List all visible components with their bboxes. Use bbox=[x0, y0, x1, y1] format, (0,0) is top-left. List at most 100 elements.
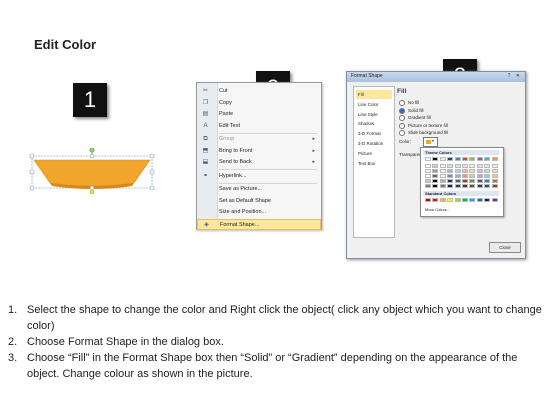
theme-color-swatch[interactable] bbox=[476, 169, 483, 173]
theme-color-swatch[interactable] bbox=[469, 184, 476, 188]
standard-color-swatch[interactable] bbox=[491, 198, 498, 202]
theme-color-swatch[interactable] bbox=[425, 164, 431, 168]
theme-color-swatch[interactable] bbox=[447, 184, 454, 188]
menu-item[interactable]: Save as Picture... bbox=[197, 184, 321, 195]
theme-color-swatch[interactable] bbox=[476, 164, 483, 168]
theme-color-swatch[interactable] bbox=[491, 157, 498, 161]
category-item[interactable]: 3-D Rotation bbox=[356, 139, 392, 148]
color-picker-button[interactable]: ▾ bbox=[423, 137, 438, 147]
theme-color-swatch[interactable] bbox=[476, 157, 483, 161]
theme-color-swatch[interactable] bbox=[432, 179, 439, 183]
standard-color-swatch[interactable] bbox=[432, 198, 439, 202]
standard-color-swatch[interactable] bbox=[425, 198, 431, 202]
theme-color-swatch[interactable] bbox=[454, 157, 461, 161]
theme-color-swatch[interactable] bbox=[447, 179, 454, 183]
theme-color-swatch[interactable] bbox=[439, 184, 446, 188]
theme-color-swatch[interactable] bbox=[425, 179, 431, 183]
theme-color-swatch[interactable] bbox=[462, 157, 468, 161]
theme-color-swatch[interactable] bbox=[425, 184, 431, 188]
standard-color-swatch[interactable] bbox=[454, 198, 461, 202]
close-button[interactable]: Close bbox=[489, 242, 521, 253]
theme-color-swatch[interactable] bbox=[439, 179, 446, 183]
menu-item[interactable]: ⬒ Bring to Front ▸ bbox=[197, 146, 321, 157]
theme-color-swatch[interactable] bbox=[462, 179, 468, 183]
menu-item[interactable]: ▤ Paste bbox=[197, 109, 321, 120]
theme-color-swatch[interactable] bbox=[476, 184, 483, 188]
dialog-title-buttons[interactable]: ? ✕ bbox=[508, 73, 522, 79]
theme-color-swatch[interactable] bbox=[476, 174, 483, 178]
theme-color-swatch[interactable] bbox=[439, 157, 446, 161]
menu-item[interactable]: ◈ Format Shape... bbox=[197, 218, 321, 230]
selected-shape[interactable] bbox=[28, 147, 156, 196]
standard-color-swatch[interactable] bbox=[462, 198, 468, 202]
category-item[interactable]: 3-D Format bbox=[356, 129, 392, 138]
theme-color-swatch[interactable] bbox=[484, 169, 491, 173]
theme-color-swatch[interactable] bbox=[432, 164, 439, 168]
theme-color-swatch[interactable] bbox=[432, 174, 439, 178]
fill-option-radio[interactable]: Solid fill bbox=[399, 107, 424, 114]
category-item[interactable]: Line Style bbox=[356, 110, 392, 119]
theme-color-swatch[interactable] bbox=[462, 184, 468, 188]
theme-color-swatch[interactable] bbox=[484, 157, 491, 161]
theme-color-swatch[interactable] bbox=[491, 164, 498, 168]
menu-item[interactable]: Size and Position... bbox=[197, 207, 321, 218]
theme-color-swatch[interactable] bbox=[462, 164, 468, 168]
menu-item[interactable]: ⚭ Hyperlink... bbox=[197, 171, 321, 182]
menu-item[interactable]: ❐ Copy bbox=[197, 98, 321, 109]
theme-color-swatch[interactable] bbox=[432, 157, 439, 161]
theme-color-swatch[interactable] bbox=[469, 169, 476, 173]
fill-option-radio[interactable]: Slide background fill bbox=[399, 130, 448, 136]
theme-color-swatch[interactable] bbox=[469, 157, 476, 161]
theme-color-swatch[interactable] bbox=[469, 164, 476, 168]
theme-color-swatch[interactable] bbox=[484, 174, 491, 178]
theme-color-swatch[interactable] bbox=[484, 184, 491, 188]
theme-color-swatch[interactable] bbox=[425, 157, 431, 161]
menu-item[interactable]: Set as Default Shape bbox=[197, 196, 321, 207]
theme-color-swatch[interactable] bbox=[447, 169, 454, 173]
category-item[interactable]: Fill bbox=[356, 90, 392, 99]
fill-option-radio[interactable]: No fill bbox=[399, 100, 419, 106]
category-item[interactable]: Text Box bbox=[356, 159, 392, 168]
theme-color-swatch[interactable] bbox=[454, 174, 461, 178]
theme-color-swatch[interactable] bbox=[491, 179, 498, 183]
theme-color-swatch[interactable] bbox=[491, 174, 498, 178]
standard-color-swatch[interactable] bbox=[484, 198, 491, 202]
standard-color-swatch[interactable] bbox=[476, 198, 483, 202]
theme-color-swatch[interactable] bbox=[425, 169, 431, 173]
standard-color-swatch[interactable] bbox=[439, 198, 446, 202]
fill-option-radio[interactable]: Gradient fill bbox=[399, 115, 431, 121]
category-item[interactable]: Line Color bbox=[356, 100, 392, 109]
standard-color-swatch[interactable] bbox=[469, 198, 476, 202]
shape-graphic[interactable] bbox=[28, 147, 156, 196]
theme-color-swatch[interactable] bbox=[432, 184, 439, 188]
theme-color-swatch[interactable] bbox=[439, 174, 446, 178]
category-item[interactable]: Picture bbox=[356, 149, 392, 158]
theme-color-swatch[interactable] bbox=[469, 179, 476, 183]
more-colors-link[interactable]: More Colors... bbox=[425, 207, 450, 212]
theme-color-swatch[interactable] bbox=[491, 169, 498, 173]
menu-item[interactable]: ⬓ Send to Back ▸ bbox=[197, 157, 321, 168]
standard-color-swatch[interactable] bbox=[447, 198, 454, 202]
theme-color-swatch[interactable] bbox=[432, 169, 439, 173]
menu-item[interactable]: ⧉ Group ▸ bbox=[197, 134, 321, 145]
theme-color-swatch[interactable] bbox=[454, 184, 461, 188]
theme-color-swatch[interactable] bbox=[462, 174, 468, 178]
theme-color-swatch[interactable] bbox=[425, 174, 431, 178]
theme-color-swatch[interactable] bbox=[439, 169, 446, 173]
theme-color-swatch[interactable] bbox=[484, 164, 491, 168]
theme-color-swatch[interactable] bbox=[484, 179, 491, 183]
theme-color-swatch[interactable] bbox=[447, 174, 454, 178]
menu-item[interactable]: ✂ Cut bbox=[197, 86, 321, 97]
theme-color-swatch[interactable] bbox=[447, 164, 454, 168]
theme-color-swatch[interactable] bbox=[439, 164, 446, 168]
theme-color-swatch[interactable] bbox=[462, 169, 468, 173]
rotation-handle[interactable] bbox=[89, 147, 95, 153]
theme-color-swatch[interactable] bbox=[491, 184, 498, 188]
theme-color-swatch[interactable] bbox=[447, 157, 454, 161]
theme-color-swatch[interactable] bbox=[469, 174, 476, 178]
theme-color-swatch[interactable] bbox=[476, 179, 483, 183]
theme-color-swatch[interactable] bbox=[454, 164, 461, 168]
theme-color-swatch[interactable] bbox=[454, 169, 461, 173]
menu-item[interactable]: A Edit Text bbox=[197, 121, 321, 132]
fill-option-radio[interactable]: Picture or texture fill bbox=[399, 122, 448, 129]
